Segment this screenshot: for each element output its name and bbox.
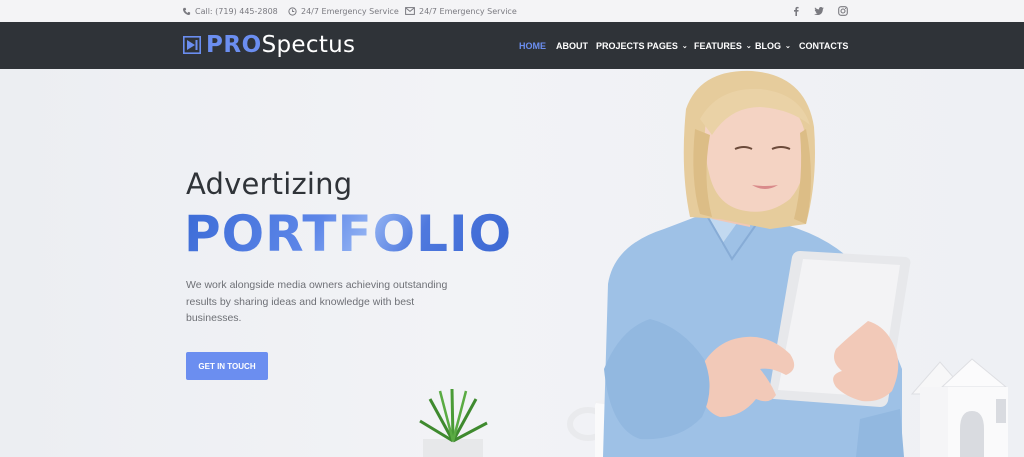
hero-title: PORTFOLIO (184, 205, 513, 263)
hero-subtitle: Advertizing (186, 167, 353, 201)
mail-icon (405, 7, 415, 15)
emergency-info-1: 24/7 Emergency Service (288, 0, 399, 22)
chevron-down-icon: ⌄ (745, 42, 752, 50)
site-logo[interactable]: PRO Spectus (183, 32, 355, 58)
nav-home[interactable]: HOME (519, 22, 546, 69)
clock-icon (288, 6, 297, 16)
top-bar: Call: (719) 445-2808 24/7 Emergency Serv… (0, 0, 1024, 23)
logo-text-spectus: Spectus (261, 32, 356, 58)
nav-about[interactable]: ABOUT (556, 22, 588, 69)
get-in-touch-button[interactable]: GET IN TOUCH (186, 352, 268, 380)
potted-plant (419, 388, 488, 457)
nav-features[interactable]: FEATURES ⌄ (694, 22, 752, 69)
hero-section: Advertizing PORTFOLIO We work alongside … (0, 69, 1024, 457)
emergency-info-2: 24/7 Emergency Service (405, 0, 517, 22)
woman-with-tablet (603, 70, 911, 457)
chevron-down-icon: ⌄ (681, 42, 688, 50)
emergency-text-2: 24/7 Emergency Service (419, 6, 517, 16)
instagram-icon[interactable] (835, 3, 851, 19)
nav-pages[interactable]: PAGES ⌄ (647, 22, 688, 69)
chevron-down-icon: ⌄ (785, 42, 791, 50)
nav-contacts[interactable]: CONTACTS (799, 22, 848, 69)
nav-home-label: HOME (519, 40, 546, 51)
nav-projects-label: PROJECTS (596, 40, 645, 51)
phone-text: Call: (719) 445-2808 (195, 6, 278, 16)
nav-about-label: ABOUT (556, 40, 588, 51)
nav-contacts-label: CONTACTS (799, 40, 849, 51)
phone-info: Call: (719) 445-2808 (182, 0, 278, 22)
main-navbar: PRO Spectus HOME ABOUT PROJECTS PAGES ⌄ FE… (0, 22, 1024, 69)
phone-icon (182, 7, 191, 15)
nav-pages-label: PAGES (647, 40, 678, 51)
nav-features-label: FEATURES (694, 40, 742, 51)
logo-text-pro: PRO (206, 32, 262, 58)
logo-icon (183, 36, 201, 54)
house-model (910, 358, 1008, 457)
facebook-icon[interactable] (788, 3, 804, 19)
emergency-text-1: 24/7 Emergency Service (301, 6, 399, 16)
nav-projects[interactable]: PROJECTS (596, 22, 645, 69)
nav-blog[interactable]: BLOG ⌄ (755, 22, 791, 69)
nav-blog-label: BLOG (755, 40, 781, 51)
twitter-icon[interactable] (811, 3, 827, 19)
hero-description: We work alongside media owners achieving… (186, 279, 448, 324)
hero-illustration (419, 70, 1008, 457)
